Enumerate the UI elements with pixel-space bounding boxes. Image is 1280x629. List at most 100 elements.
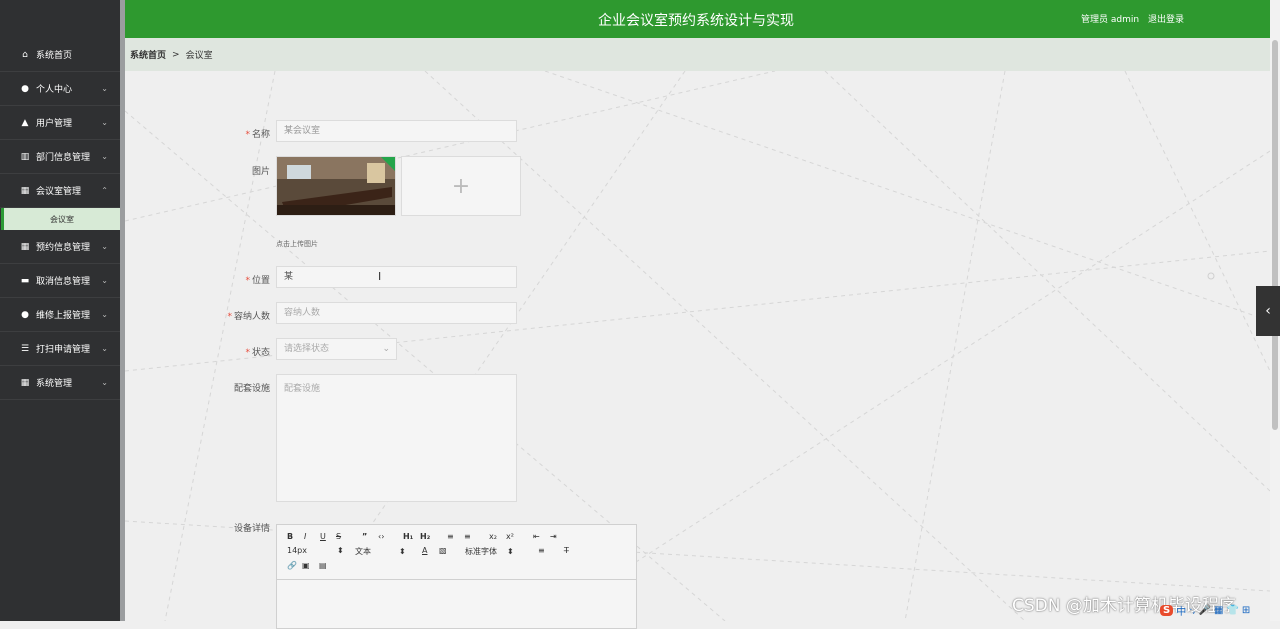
breadcrumb-home[interactable]: 系统首页 [130,48,166,61]
facility-textarea[interactable]: 配套设施 [276,374,517,502]
sidebar-item-label: 个人中心 [36,85,73,95]
editor-content[interactable] [276,579,637,629]
italic-button[interactable]: I [304,532,306,541]
underline-button[interactable]: U [320,532,326,541]
sidebar-item-system[interactable]: ▦ 系统管理 ⌄ [0,366,120,400]
grid-icon: ▦ [20,377,30,388]
chevron-down-icon: ⌄ [101,84,108,93]
image-upload-button[interactable]: + [401,156,521,216]
grid-icon: ▦ [20,185,30,196]
app-header: 企业会议室预约系统设计与实现 管理员 admin 退出登录 [125,0,1270,38]
link-icon[interactable]: 🔗 [287,561,297,570]
chevron-down-icon: ⌄ [101,378,108,387]
select-arrows-icon: ⬍ [337,546,344,555]
sidebar-item-label: 系统首页 [36,51,73,61]
video-icon[interactable]: ▤ [319,561,327,570]
facility-label: 配套设施 [233,384,270,394]
text-cursor-icon: I [378,270,382,283]
sidebar-item-booking[interactable]: ▦ 预约信息管理 ⌄ [0,230,120,264]
location-input[interactable]: 某 [276,266,517,288]
h2-button[interactable]: H₂ [420,532,430,541]
chevron-down-icon: ⌄ [101,242,108,251]
sidebar-item-label: 部门信息管理 [36,153,91,163]
chevron-down-icon: ⌄ [101,152,108,161]
h1-button[interactable]: H₁ [403,532,413,541]
sidebar-item-label: 打扫申请管理 [36,345,91,355]
font-size-value: 14px [287,546,307,555]
sidebar-item-department[interactable]: ▥ 部门信息管理 ⌄ [0,140,120,174]
font-family-select[interactable]: 标准字体 ⬍ [465,546,514,557]
sidebar-item-cancel[interactable]: ▬ 取消信息管理 ⌄ [0,264,120,298]
superscript-button[interactable]: x² [506,532,514,541]
plus-icon: + [451,173,471,199]
chevron-up-icon: ⌃ [101,186,108,195]
bullet-list-button[interactable]: ≡ [464,532,471,541]
logout-link[interactable]: 退出登录 [1148,12,1184,25]
editor-toolbar: B I U S ” ‹› H₁ H₂ ≡ ≡ x₂ x² ⇤ ⇥ 14px ⬍ 文… [276,524,637,580]
sidebar: ⌂ 系统首页 ● 个人中心 ⌄ ▲ 用户管理 ⌄ ▥ 部门信息管理 ⌄ ▦ 会议… [0,0,120,621]
upload-hint: 点击上传图片 [276,240,318,248]
quote-button[interactable]: ” [362,532,367,541]
chevron-down-icon: ⌄ [101,118,108,127]
status-placeholder: 请选择状态 [284,344,330,354]
breadcrumb-current: 会议室 [185,51,213,61]
status-select[interactable]: 请选择状态 ⌄ [276,338,397,360]
app-title: 企业会议室预约系统设计与实现 [598,13,794,29]
indent-button[interactable]: ⇥ [550,532,557,541]
paragraph-select[interactable]: 文本 ⬍ [355,546,406,557]
outdent-button[interactable]: ⇤ [533,532,540,541]
code-button[interactable]: ‹› [378,532,384,541]
status-label: * 状态 [245,348,270,358]
chevron-down-icon: ⌄ [382,344,390,354]
current-user: 管理员 admin [1081,15,1140,25]
chevron-down-icon: ⌄ [101,344,108,353]
sidebar-top [0,0,120,38]
chart-icon: ▥ [20,151,30,162]
font-color-button[interactable]: A [422,546,427,555]
capacity-label: * 容纳人数 [227,312,270,322]
sidebar-item-label: 预约信息管理 [36,243,91,253]
font-size-select[interactable]: 14px ⬍ [287,546,344,555]
meeting-room-photo [277,157,395,215]
user-icon: ● [21,83,29,94]
name-label: * 名称 [245,130,270,140]
ime-punctuation-icon[interactable]: ·, [1189,605,1195,616]
ime-toolbar: S 中 ·, 🎤 ▦ 👕 ⊞ [1160,603,1250,618]
ordered-list-button[interactable]: ≡ [447,532,454,541]
bold-button[interactable]: B [287,532,293,541]
sidebar-item-label: 取消信息管理 [36,277,91,287]
select-arrows-icon: ⬍ [507,547,514,556]
briefcase-icon: ▬ [20,275,30,286]
image-icon[interactable]: ▣ [302,561,310,570]
font-family-value: 标准字体 [465,547,497,556]
chevron-down-icon: ⌄ [101,276,108,285]
clear-format-icon[interactable]: T̶ [564,546,569,555]
uploaded-image[interactable] [276,156,396,216]
ime-chinese-mode[interactable]: 中 [1176,603,1186,618]
scrollbar-thumb[interactable] [1272,40,1278,430]
name-input[interactable]: 某会议室 [276,120,517,142]
sidebar-item-label: 用户管理 [36,119,73,129]
align-icon[interactable]: ≡ [538,546,545,555]
chevron-down-icon: ⌄ [101,310,108,319]
sidebar-subitem-meetingroom[interactable]: 会议室 [1,208,120,230]
location-label: * 位置 [245,276,270,286]
ime-skin-icon[interactable]: 👕 [1226,605,1238,616]
sidebar-item-repair[interactable]: ● 维修上报管理 ⌄ [0,298,120,332]
sidebar-item-profile[interactable]: ● 个人中心 ⌄ [0,72,120,106]
breadcrumb: 系统首页 > 会议室 [125,38,1270,71]
sidebar-item-meetingroom[interactable]: ▦ 会议室管理 ⌃ [0,174,120,208]
ime-menu-icon[interactable]: ⊞ [1242,605,1250,616]
side-panel-toggle[interactable]: ‹ [1256,286,1280,336]
ime-keyboard-icon[interactable]: ▦ [1214,605,1223,616]
strike-button[interactable]: S [336,532,341,541]
subscript-button[interactable]: x₂ [489,532,497,541]
capacity-input[interactable]: 容纳人数 [276,302,517,324]
sidebar-item-cleaning[interactable]: ☰ 打扫申请管理 ⌄ [0,332,120,366]
ime-voice-icon[interactable]: 🎤 [1199,605,1211,616]
sidebar-item-users[interactable]: ▲ 用户管理 ⌄ [0,106,120,140]
sidebar-item-home[interactable]: ⌂ 系统首页 [0,38,120,72]
background-color-icon[interactable]: ▧ [439,546,447,555]
thumb-icon: ▲ [21,117,29,128]
ime-logo-icon[interactable]: S [1160,605,1174,616]
